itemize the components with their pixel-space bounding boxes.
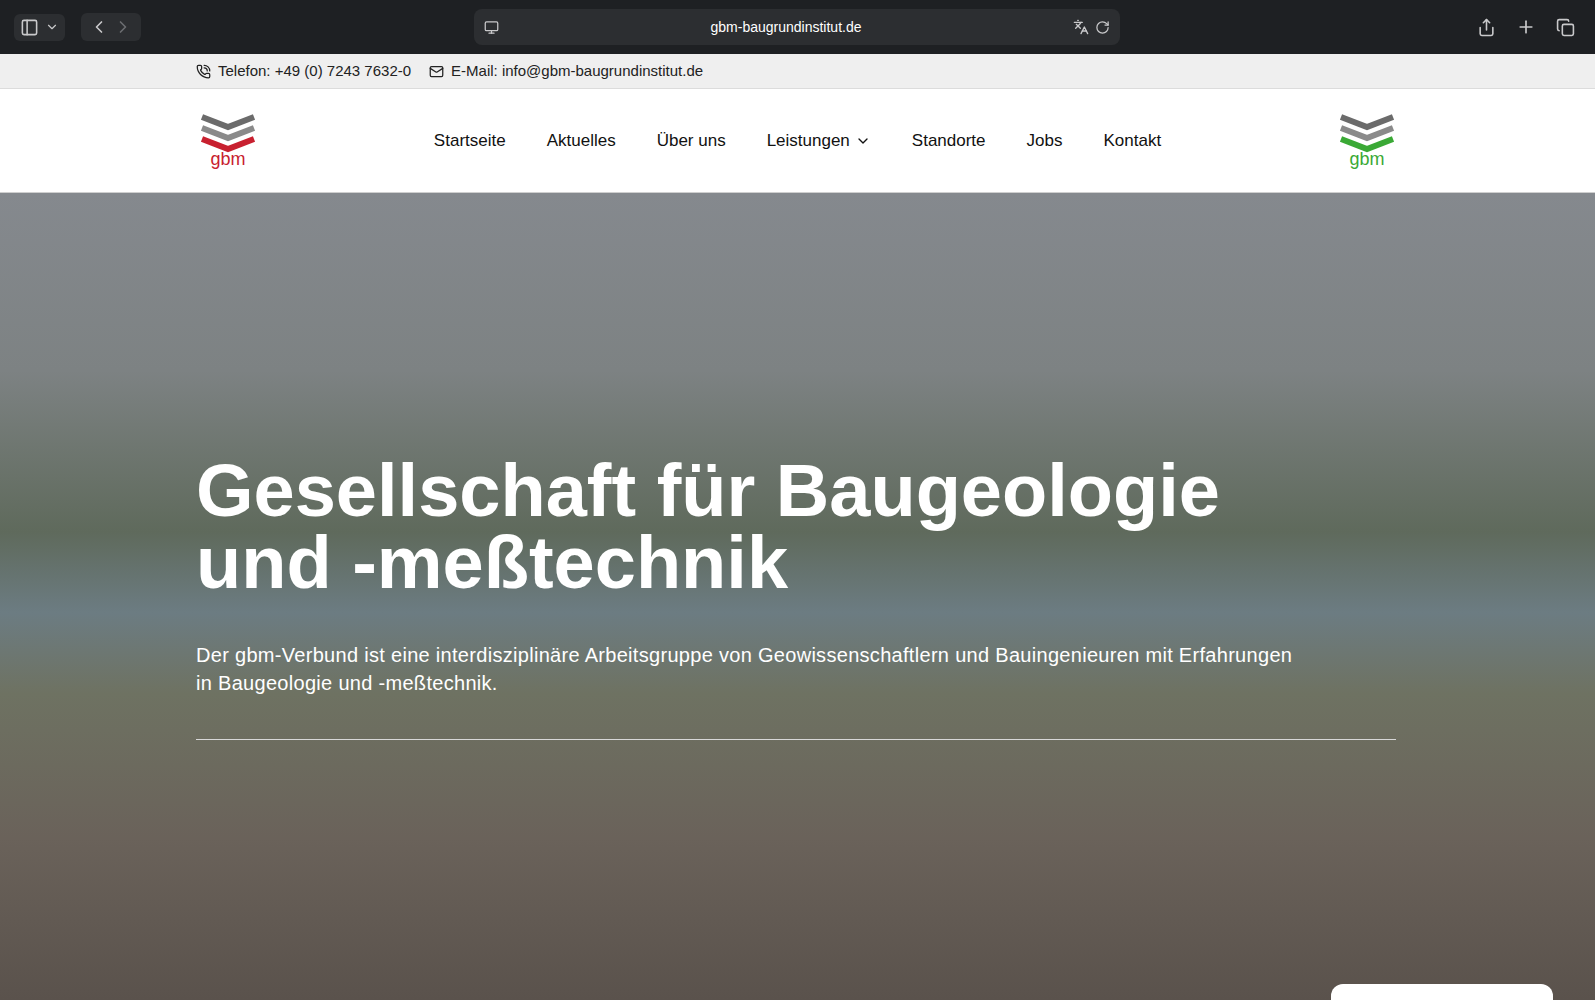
- tabs-icon[interactable]: [1556, 18, 1575, 37]
- forward-icon[interactable]: [113, 17, 133, 37]
- new-tab-icon[interactable]: [1516, 17, 1536, 37]
- logo-left[interactable]: gbm: [199, 113, 257, 169]
- phone-link[interactable]: Telefon: +49 (0) 7243 7632-0: [196, 60, 411, 83]
- dropdown-chevron-icon: [855, 133, 871, 149]
- hero-title: Gesellschaft für Baugeologieund -meßtech…: [196, 455, 1555, 599]
- share-icon[interactable]: [1477, 18, 1496, 37]
- chevron-logo-icon: [1339, 113, 1395, 153]
- nav-item[interactable]: Aktuelles: [547, 128, 616, 154]
- chevron-logo-icon: [200, 113, 256, 153]
- back-icon[interactable]: [89, 17, 109, 37]
- sidebar-button[interactable]: [14, 14, 65, 41]
- nav-item[interactable]: Leistungen: [767, 128, 871, 154]
- phone-icon: [196, 64, 211, 79]
- nav-bar: gbm Startseite Aktuelles Über uns Leistungen…: [0, 89, 1595, 193]
- info-bar: Telefon: +49 (0) 7243 7632-0 E-Mail: info…: [0, 54, 1595, 89]
- hero-divider: [196, 739, 1396, 740]
- url-bar[interactable]: gbm-baugrundinstitut.de: [474, 9, 1120, 45]
- browser-window: gbm-baugrundinstitut.de Telefon: +49 (0) …: [0, 0, 1595, 1000]
- mail-icon: [429, 64, 444, 79]
- nav-item[interactable]: Über uns: [657, 128, 726, 154]
- nav-item[interactable]: Jobs: [1027, 128, 1063, 154]
- email-link[interactable]: E-Mail: info@gbm-baugrundinstitut.de: [429, 60, 703, 83]
- page-icon: [484, 20, 499, 35]
- hero: Gesellschaft für Baugeologieund -meßtech…: [0, 193, 1595, 1000]
- reload-icon[interactable]: [1095, 20, 1110, 35]
- nav-item[interactable]: Kontakt: [1103, 128, 1161, 154]
- chevron-down-icon: [45, 20, 59, 34]
- logo-right[interactable]: gbm: [1338, 113, 1396, 169]
- hero-subtitle: Der gbm-Verbund ist eine interdisziplinä…: [196, 641, 1306, 697]
- sidebar-icon: [20, 18, 39, 37]
- nav-item[interactable]: Standorte: [912, 128, 986, 154]
- main-nav: Startseite Aktuelles Über uns Leistungen Sta…: [257, 128, 1338, 154]
- translate-icon[interactable]: [1073, 19, 1089, 35]
- nav-item[interactable]: Startseite: [434, 128, 506, 154]
- browser-toolbar: gbm-baugrundinstitut.de: [0, 0, 1595, 54]
- scroll-button[interactable]: [1331, 984, 1553, 1000]
